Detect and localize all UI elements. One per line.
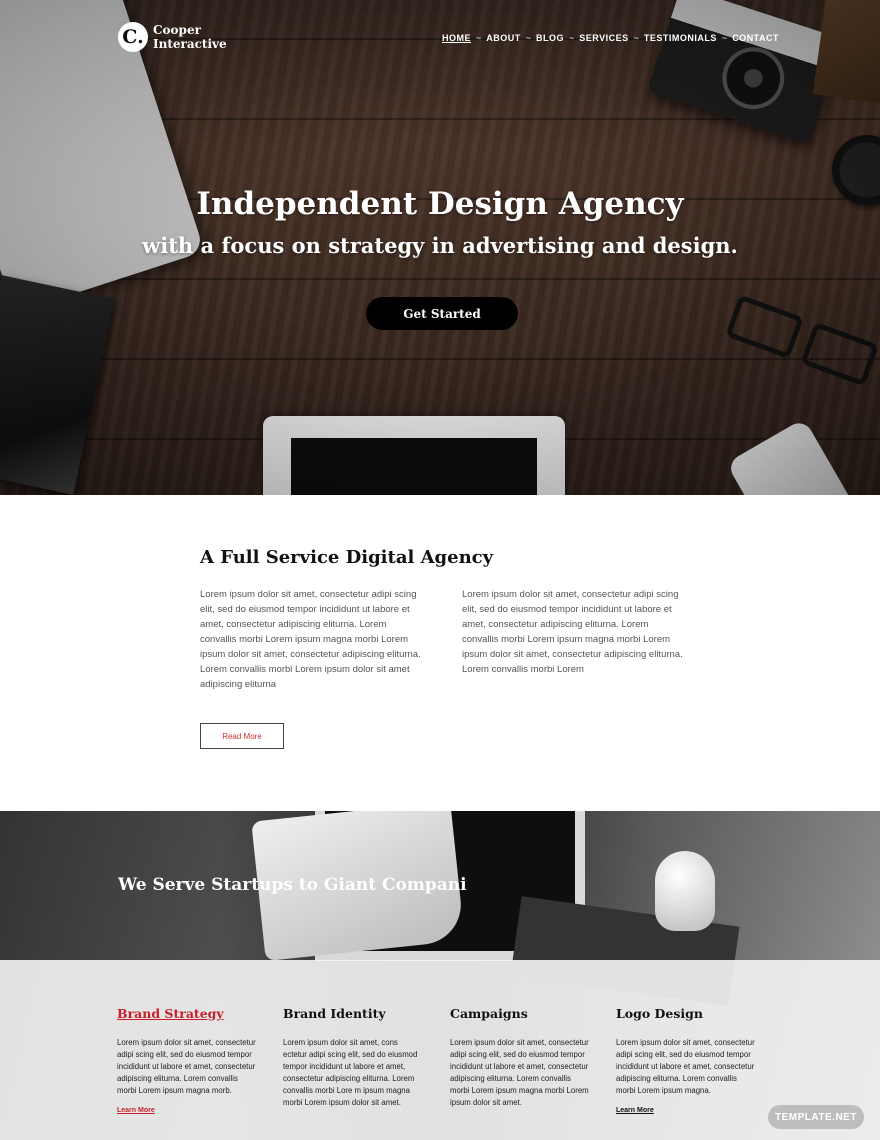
service-card-campaigns: Campaigns Lorem ipsum dolor sit amet, co… <box>450 1006 590 1109</box>
service-text: Lorem ipsum dolor sit amet, consectetur … <box>616 1038 755 1095</box>
service-text: Lorem ipsum dolor sit amet, consectetur … <box>117 1038 256 1095</box>
service-text: Lorem ipsum dolor sit amet, cons ectetur… <box>283 1038 418 1107</box>
brand-name-line2: Interactive <box>153 37 227 51</box>
nav-services[interactable]: SERVICES <box>579 33 628 43</box>
service-card-brand-identity: Brand Identity Lorem ipsum dolor sit ame… <box>283 1006 423 1109</box>
learn-more-link[interactable]: Learn More <box>117 1107 155 1114</box>
wallet-image <box>812 0 880 106</box>
service-title[interactable]: Brand Strategy <box>117 1006 257 1021</box>
read-more-button[interactable]: Read More <box>200 723 284 749</box>
nav-blog[interactable]: BLOG <box>536 33 564 43</box>
about-text-col2: Lorem ipsum dolor sit amet, consectetur … <box>462 589 683 675</box>
service-title: Brand Identity <box>283 1006 386 1021</box>
nav-home[interactable]: HOME <box>442 33 471 43</box>
brand-name-line1: Cooper <box>153 23 201 37</box>
services-banner-title: We Serve Startups to Giant Compani <box>118 875 467 895</box>
service-title: Campaigns <box>450 1006 528 1021</box>
nav-separator: ~ <box>525 33 532 43</box>
about-title: A Full Service Digital Agency <box>200 547 494 568</box>
nav-separator: ~ <box>569 33 575 43</box>
nav-about[interactable]: ABOUT <box>486 33 521 43</box>
service-card-logo-design: Logo Design Lorem ipsum dolor sit amet, … <box>616 1006 756 1117</box>
toy-figure-image <box>655 851 715 931</box>
template-watermark: TEMPLATE.NET <box>768 1105 864 1129</box>
magazine-image <box>0 275 115 495</box>
phone-image <box>726 418 880 495</box>
nav-contact[interactable]: CONTACT <box>732 33 779 43</box>
logo-mark-icon: C. <box>118 22 148 52</box>
tablet-image <box>263 416 565 495</box>
about-text-col1: Lorem ipsum dolor sit amet, consectetur … <box>200 589 421 690</box>
camera-image <box>647 0 843 144</box>
service-title: Logo Design <box>616 1006 703 1021</box>
nav-separator: ~ <box>476 33 482 43</box>
hero-subtitle: with a focus on strategy in advertising … <box>142 233 738 258</box>
nav-separator: ~ <box>633 33 639 43</box>
service-card-brand-strategy: Brand Strategy Lorem ipsum dolor sit ame… <box>117 1006 257 1117</box>
nav-separator: ~ <box>721 33 728 43</box>
nav-testimonials[interactable]: TESTIMONIALS <box>644 33 717 43</box>
glasses-image <box>720 294 880 405</box>
camera-lens <box>714 39 793 118</box>
main-nav: HOME ~ ABOUT ~ BLOG ~ SERVICES ~ TESTIMO… <box>442 33 779 43</box>
learn-more-link[interactable]: Learn More <box>616 1107 654 1114</box>
service-text: Lorem ipsum dolor sit amet, consectetur … <box>450 1038 589 1107</box>
brand-name: Cooper Interactive <box>153 23 227 51</box>
brand-logo[interactable]: C. Cooper Interactive <box>118 22 227 52</box>
hero-title: Independent Design Agency <box>196 186 684 222</box>
get-started-button[interactable]: Get Started <box>366 297 518 330</box>
